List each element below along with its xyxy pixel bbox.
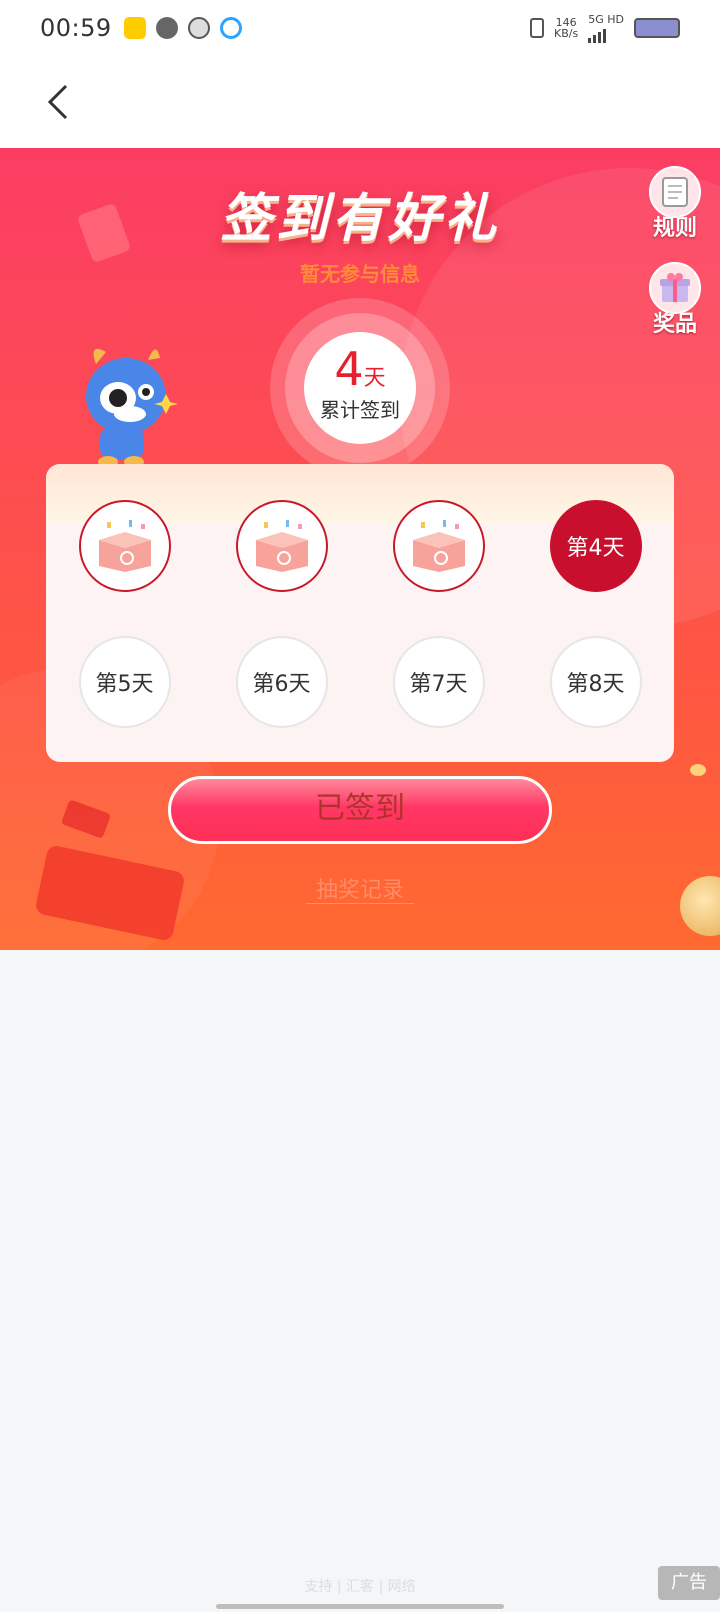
lottery-record-label: 抽奖记录 [305, 878, 414, 904]
participation-info: 暂无参与信息 [300, 262, 420, 286]
page-title: 签到有好礼 [219, 189, 500, 249]
signin-counter-label: 累计签到 [320, 398, 400, 422]
signin-counter-ring: 4天 累计签到 [285, 313, 435, 463]
signin-counter: 4天 累计签到 [270, 298, 450, 478]
net-speed: 146 KB/s [554, 17, 578, 39]
signin-days-unit: 天 [363, 366, 386, 391]
status-bar: 00:59 146 KB/s 5G HD [0, 0, 720, 56]
qq-browser-icon [219, 17, 242, 39]
opened-gift-icon [412, 520, 465, 572]
signin-day-grid: 第4天 第5天 第6天 第7天 第8天 [46, 500, 674, 728]
battery-icon [634, 18, 680, 38]
ad-badge[interactable]: 广告 [658, 1566, 720, 1600]
dragon-mascot [78, 334, 188, 474]
prizes-label: 奖品 [652, 312, 697, 337]
header [0, 56, 720, 148]
lottery-record-link[interactable]: 抽奖记录 [0, 872, 720, 904]
signin-banner: 签到有好礼 暂无参与信息 规则 奖品 4天 累计签到 第4天 第5天 第6天 第… [0, 148, 720, 950]
day-5[interactable]: 第5天 [78, 636, 171, 728]
day-7[interactable]: 第7天 [392, 636, 485, 728]
network-type: 5G HD [588, 14, 624, 43]
rules-button[interactable]: 规则 [648, 166, 702, 242]
day-2-claimed [235, 500, 328, 592]
signin-card: 第4天 第5天 第6天 第7天 第8天 [46, 464, 674, 762]
prizes-button[interactable]: 奖品 [648, 262, 702, 338]
vibrate-icon [530, 18, 545, 38]
support-text: 支持 | 汇客 | 网络 [304, 1579, 416, 1595]
day-4-today[interactable]: 第4天 [549, 500, 642, 592]
message-icon [155, 17, 178, 39]
chevron-left-icon [47, 84, 68, 120]
avatar-icon [187, 17, 210, 39]
signal-icon [588, 25, 624, 43]
day-1-claimed [78, 500, 171, 592]
rules-label: 规则 [652, 216, 697, 241]
opened-gift-icon [98, 520, 151, 572]
home-indicator[interactable] [216, 1604, 504, 1609]
day-3-claimed [392, 500, 485, 592]
app-yellow-icon [123, 17, 146, 39]
signin-days-count: 4 [334, 342, 364, 396]
day-8[interactable]: 第8天 [549, 636, 642, 728]
signin-counter-center: 4天 累计签到 [304, 332, 416, 444]
coin-decoration-small [690, 764, 706, 776]
opened-gift-icon [255, 520, 308, 572]
back-button[interactable] [44, 84, 74, 120]
net-speed-unit: KB/s [554, 27, 579, 40]
network-type-label: 5G HD [588, 12, 624, 26]
signed-in-button[interactable]: 已签到 [168, 776, 552, 844]
day-6[interactable]: 第6天 [235, 636, 328, 728]
status-time: 00:59 [40, 14, 112, 42]
